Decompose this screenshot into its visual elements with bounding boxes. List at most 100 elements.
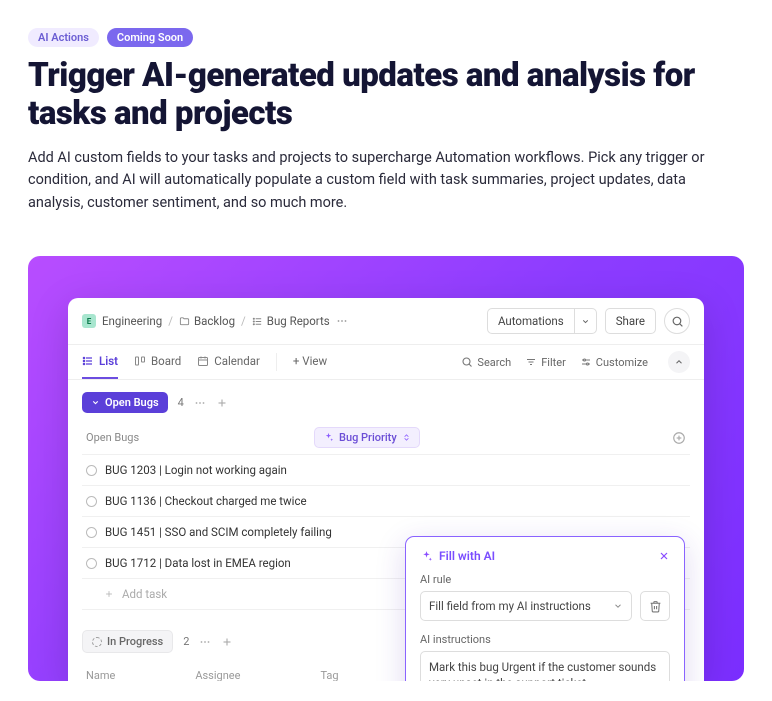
calendar-icon (197, 355, 209, 367)
dashed-circle-icon (92, 637, 102, 647)
toolbar-filter-label: Filter (541, 356, 566, 369)
space-avatar: E (82, 314, 96, 328)
status-circle-icon[interactable] (86, 496, 97, 507)
status-in-progress-label: In Progress (107, 635, 163, 648)
status-open-label: Open Bugs (105, 396, 159, 409)
chevron-down-icon (581, 317, 590, 326)
view-tab-list[interactable]: List (82, 345, 118, 379)
collapse-toolbar-button[interactable] (668, 351, 690, 373)
task-row[interactable]: BUG 1136 | Checkout charged me twice (82, 485, 690, 516)
add-task-label: Add task (122, 587, 167, 601)
view-tab-board-label: Board (151, 354, 181, 368)
task-row[interactable]: BUG 1203 | Login not working again (82, 454, 690, 485)
breadcrumb: E Engineering / Backlog / Bug Reports (82, 314, 348, 328)
search-icon (671, 315, 684, 328)
group-header-open: Open Bugs 4 (82, 392, 690, 413)
chevron-up-icon (674, 357, 684, 367)
views-toolbar: Search Filter Customize (461, 351, 690, 373)
toolbar-filter[interactable]: Filter (525, 356, 566, 369)
breadcrumb-list[interactable]: Bug Reports (252, 314, 330, 328)
chevron-down-icon (91, 398, 100, 407)
breadcrumb-separator: / (168, 314, 173, 328)
header-actions: Automations Share (487, 308, 690, 334)
breadcrumb-space[interactable]: Engineering (102, 314, 162, 328)
sparkle-icon (323, 432, 334, 443)
breadcrumb-folder-label: Backlog (194, 314, 235, 328)
status-circle-icon[interactable] (86, 465, 97, 476)
group-more-icon[interactable] (199, 636, 211, 648)
page-subtitle: Add AI custom fields to your tasks and p… (28, 147, 718, 214)
status-open-count: 4 (178, 396, 184, 409)
popover-close-button[interactable] (658, 550, 670, 562)
column-name-header: Open Bugs (86, 431, 306, 444)
status-open-chip[interactable]: Open Bugs (82, 392, 168, 413)
status-in-progress-count: 2 (183, 635, 189, 648)
chevron-down-icon (613, 601, 623, 611)
popover-title: Fill with AI (420, 549, 495, 563)
tag-ai-actions: AI Actions (28, 28, 99, 47)
filter-icon (525, 356, 537, 368)
board-icon (134, 355, 146, 367)
ai-instructions-label: AI instructions (420, 633, 670, 646)
column-bug-priority[interactable]: Bug Priority (314, 427, 420, 448)
app-window: E Engineering / Backlog / Bug Reports (68, 298, 704, 681)
status-circle-icon[interactable] (86, 527, 97, 538)
views-bar: List Board Calendar + View (68, 345, 704, 380)
view-tab-calendar-label: Calendar (214, 354, 260, 368)
trash-icon (649, 600, 662, 613)
view-tab-list-label: List (99, 354, 118, 368)
page-heading: Trigger AI-generated updates and analysi… (28, 57, 744, 133)
plus-circle-icon (672, 431, 686, 445)
column-tag: Tag (320, 669, 338, 681)
column-bug-priority-label: Bug Priority (339, 431, 397, 444)
automations-button-group: Automations (487, 308, 597, 334)
breadcrumb-list-label: Bug Reports (267, 314, 330, 328)
view-tab-calendar[interactable]: Calendar (197, 345, 260, 379)
popover-title-text: Fill with AI (439, 549, 495, 563)
add-column-button[interactable] (672, 431, 690, 445)
status-in-progress-chip[interactable]: In Progress (82, 630, 173, 653)
ai-rule-value: Fill field from my AI instructions (429, 599, 591, 613)
plus-icon (104, 589, 114, 599)
sliders-icon (580, 356, 592, 368)
delete-rule-button[interactable] (640, 591, 670, 621)
group-add-icon[interactable] (221, 636, 233, 648)
sparkle-icon (420, 550, 433, 563)
views-tabs: List Board Calendar + View (82, 345, 327, 379)
column-assignee: Assignee (195, 669, 240, 681)
breadcrumb-separator: / (241, 314, 246, 328)
search-icon-button[interactable] (664, 308, 690, 334)
list-icon (252, 316, 263, 327)
breadcrumb-more-icon[interactable] (336, 315, 348, 327)
automations-button[interactable]: Automations (487, 308, 574, 334)
toolbar-customize-label: Customize (596, 356, 648, 369)
column-name: Name (86, 669, 115, 681)
status-circle-icon[interactable] (86, 558, 97, 569)
ai-instructions-input[interactable] (420, 651, 670, 681)
task-title: BUG 1451 | SSO and SCIM completely faili… (105, 525, 332, 539)
toolbar-search[interactable]: Search (461, 356, 511, 369)
breadcrumb-folder[interactable]: Backlog (179, 314, 235, 328)
views-separator (276, 353, 277, 371)
ai-rule-select[interactable]: Fill field from my AI instructions (420, 591, 632, 621)
sort-icon (402, 433, 411, 442)
list-icon (82, 355, 94, 367)
share-button[interactable]: Share (605, 308, 656, 334)
group-add-icon[interactable] (216, 397, 228, 409)
task-title: BUG 1136 | Checkout charged me twice (105, 494, 307, 508)
fill-with-ai-popover: Fill with AI AI rule Fill field from my … (405, 536, 685, 681)
list-content: Open Bugs 4 Open Bugs Bug Priority (68, 380, 704, 681)
task-title: BUG 1712 | Data lost in EMEA region (105, 556, 291, 570)
group-more-icon[interactable] (194, 397, 206, 409)
column-headers-open: Open Bugs Bug Priority (82, 421, 690, 454)
toolbar-search-label: Search (477, 356, 511, 369)
automations-dropdown-button[interactable] (574, 308, 597, 334)
add-view-button[interactable]: + View (293, 345, 327, 379)
close-icon (658, 550, 670, 562)
view-tab-board[interactable]: Board (134, 345, 181, 379)
folder-icon (179, 316, 190, 327)
hero-stage: E Engineering / Backlog / Bug Reports (28, 256, 744, 681)
toolbar-customize[interactable]: Customize (580, 356, 648, 369)
search-icon (461, 356, 473, 368)
tag-row: AI Actions Coming Soon (28, 28, 744, 47)
